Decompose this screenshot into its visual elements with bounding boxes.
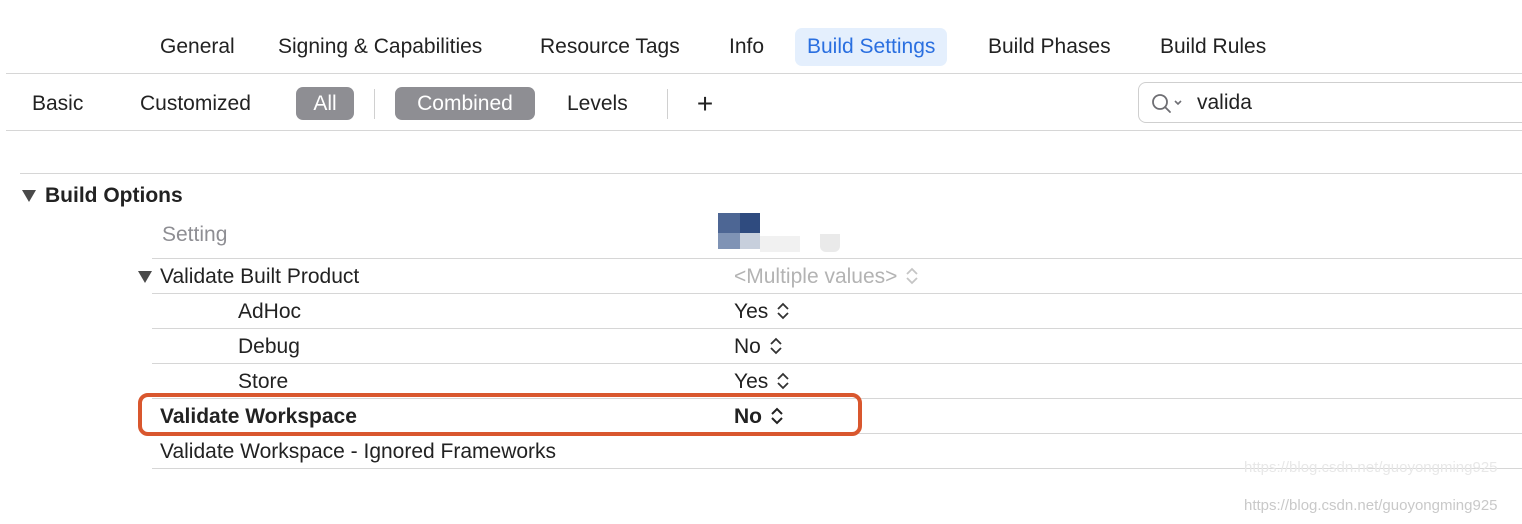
- filter-levels[interactable]: Levels: [567, 87, 628, 120]
- tab-build-rules[interactable]: Build Rules: [1148, 28, 1278, 66]
- highlight-annotation: [138, 393, 862, 436]
- filter-all[interactable]: All: [296, 87, 354, 120]
- editor-tab-bar: General Signing & Capabilities Resource …: [0, 0, 1522, 74]
- setting-name: Validate Workspace - Ignored Frameworks: [160, 440, 557, 463]
- setting-value-text: No: [734, 335, 761, 358]
- stepper-icon[interactable]: [776, 301, 790, 321]
- row-divider: [152, 293, 1522, 294]
- setting-value[interactable]: No: [734, 332, 783, 362]
- target-icon: [718, 213, 760, 251]
- tab-build-phases[interactable]: Build Phases: [976, 28, 1123, 66]
- add-setting-button[interactable]: +: [693, 87, 717, 120]
- section-title: Build Options: [45, 184, 183, 207]
- search-field[interactable]: [1138, 82, 1522, 123]
- row-divider: [152, 363, 1522, 364]
- tab-build-settings[interactable]: Build Settings: [795, 28, 948, 66]
- setting-value-text: Yes: [734, 300, 769, 323]
- watermark: https://blog.csdn.net/guoyongming925: [1244, 497, 1498, 514]
- watermark: https://blog.csdn.net/guoyongming925: [1244, 459, 1498, 476]
- filter-divider: [667, 89, 668, 119]
- disclosure-triangle-icon[interactable]: [21, 188, 37, 204]
- filter-divider: [374, 89, 375, 119]
- stepper-icon[interactable]: [769, 336, 783, 356]
- setting-value-text: Yes: [734, 370, 769, 393]
- tab-resource-tags[interactable]: Resource Tags: [528, 28, 692, 66]
- filter-basic[interactable]: Basic: [32, 87, 83, 120]
- setting-name: Validate Built Product: [160, 265, 360, 288]
- row-divider: [152, 258, 1522, 259]
- target-blur: [760, 236, 800, 252]
- section-top-rule: [20, 173, 1522, 174]
- row-divider: [152, 328, 1522, 329]
- search-icon[interactable]: [1151, 93, 1191, 115]
- stepper-icon[interactable]: [776, 371, 790, 391]
- setting-column-header: Setting: [162, 223, 228, 246]
- filter-combined[interactable]: Combined: [395, 87, 535, 120]
- tab-signing-capabilities[interactable]: Signing & Capabilities: [266, 28, 494, 66]
- tab-general[interactable]: General: [148, 28, 247, 66]
- setting-name: AdHoc: [238, 300, 302, 323]
- setting-name: Debug: [238, 335, 300, 358]
- search-input[interactable]: valida: [1197, 87, 1252, 119]
- setting-value[interactable]: Yes: [734, 297, 790, 327]
- setting-value[interactable]: <Multiple values>: [734, 262, 919, 292]
- tab-bar-divider: [6, 73, 1522, 74]
- target-blur: [820, 234, 840, 252]
- tab-info[interactable]: Info: [717, 28, 776, 66]
- filter-bar-divider: [6, 130, 1522, 131]
- filter-customized[interactable]: Customized: [140, 87, 251, 120]
- disclosure-triangle-icon[interactable]: [137, 269, 153, 285]
- stepper-icon[interactable]: [905, 266, 919, 286]
- setting-value-text: <Multiple values>: [734, 265, 898, 288]
